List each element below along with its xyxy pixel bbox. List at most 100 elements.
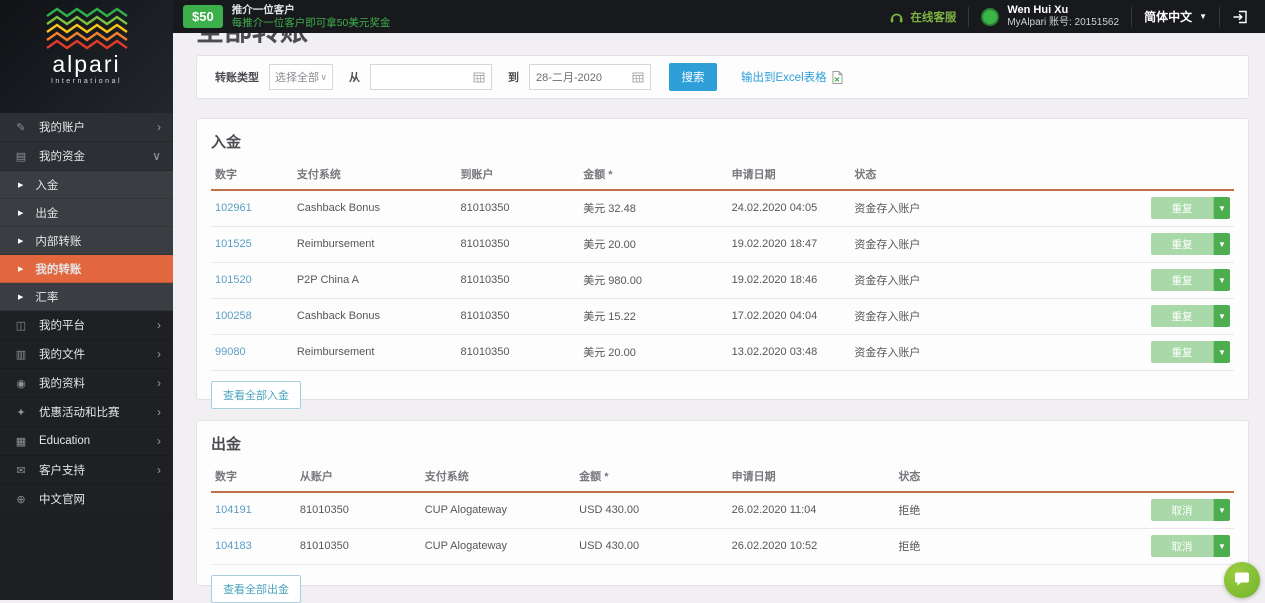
cell-status: 资金存入账户 [850,190,1142,227]
promo-badge[interactable]: $50 [183,5,223,28]
action-dropdown-button[interactable]: ▼ [1213,197,1230,220]
repeat-button[interactable]: 重复 [1151,305,1213,327]
action-dropdown-button[interactable]: ▼ [1213,535,1230,557]
transaction-id-link[interactable]: 100258 [215,310,252,322]
action-cell: 重复 ▼ [1142,190,1234,227]
cell-status: 拒绝 [894,492,1142,529]
action-dropdown-button[interactable]: ▼ [1213,305,1230,327]
date-to-input[interactable]: 28-二月-2020 [529,64,651,90]
action-cell: 重复 ▼ [1142,334,1234,371]
cell-account: 81010350 [456,298,580,335]
sidebar-item-internal-transfer[interactable]: ▶ 内部转账 [0,227,173,255]
logout-button[interactable] [1232,9,1249,25]
column-header: 数字 [211,460,296,493]
sidebar: alpari International ✎ 我的账户 › ▤ 我的资金 ∨ ▶ 入金 ▶ 出金… [0,0,173,600]
user-avatar [981,7,1000,26]
action-cell: 重复 ▼ [1142,262,1234,299]
cell-account: 81010350 [456,226,580,263]
sidebar-item-exchange-rates[interactable]: ▶ 汇率 [0,283,173,311]
deposits-table: 数字 支付系统 到账户 金额 * 申请日期 状态 102961 Cashback Bonus… [211,158,1234,371]
user-menu[interactable]: Wen Hui Xu MyAlpari 账号: 20151562 [981,4,1119,29]
brand-name: alpari [52,51,121,77]
divider [1131,6,1133,27]
support-label: 在线客服 [910,11,957,24]
table-row: 101525 Reimbursement 81010350 美元 20.00 19.02… [211,226,1234,263]
action-dropdown-button[interactable]: ▼ [1213,499,1230,522]
sidebar-submenu: ▶ 入金 ▶ 出金 ▶ 内部转账 ▶ 我的转账 ▶ 汇率 [0,171,173,311]
arrow-right-icon: ▶ [18,265,24,273]
sidebar-item-my-funds[interactable]: ▤ 我的资金 ∨ [0,142,173,171]
cell-id: 99080 [211,334,293,371]
live-chat-button[interactable] [1224,562,1260,598]
cell-date: 17.02.2020 04:04 [727,298,851,335]
sidebar-item-my-documents[interactable]: ▥ 我的文件 › [0,340,173,369]
cell-amount: USD 430.00 [575,492,728,529]
sidebar-item-my-profile[interactable]: ◉ 我的资料 › [0,369,173,398]
transfer-type-select[interactable]: 选择全部 ∨ [269,64,333,90]
sidebar-item-withdrawal[interactable]: ▶ 出金 [0,199,173,227]
logout-icon [1233,10,1247,23]
chevron-icon: ∨ [152,149,161,163]
sidebar-bottom-menu: ◫ 我的平台 › ▥ 我的文件 › ◉ 我的资料 › ✦ 优惠活动和比赛 › ▦ Education › ✉ 客… [0,311,173,514]
column-header: 支付系统 [420,460,576,493]
calendar-icon [473,72,485,83]
sidebar-item-education[interactable]: ▦ Education › [0,427,173,456]
headset-icon [891,13,903,22]
gift-icon: ✦ [16,406,26,419]
cancel-button[interactable]: 取消 [1151,499,1213,522]
repeat-button[interactable]: 重复 [1151,269,1213,291]
repeat-button[interactable]: 重复 [1151,233,1213,255]
transaction-id-link[interactable]: 104183 [215,540,252,552]
cancel-button[interactable]: 取消 [1151,535,1213,557]
transaction-id-link[interactable]: 99080 [215,346,246,358]
cell-account: 81010350 [295,528,421,565]
profile-icon: ◉ [16,377,26,390]
table-row: 100258 Cashback Bonus 81010350 美元 15.22 17.0… [211,298,1234,335]
sidebar-item-deposit[interactable]: ▶ 入金 [0,171,173,199]
export-excel-link[interactable]: 输出到Excel表格 [741,69,843,85]
arrow-right-icon: ▶ [18,237,24,245]
sidebar-item-label: 汇率 [35,291,59,304]
action-cell: 重复 ▼ [1142,298,1234,335]
view-all-withdrawals-button[interactable]: 查看全部出金 [211,574,301,603]
sidebar-item-my-accounts[interactable]: ✎ 我的账户 › [0,113,173,142]
brand-subtitle: International [50,78,123,85]
cell-status: 资金存入账户 [850,298,1142,335]
repeat-button[interactable]: 重复 [1151,197,1213,220]
account-icon: ✎ [16,121,26,134]
date-to-value: 28-二月-2020 [536,72,603,84]
column-header: 状态 [894,460,1142,493]
action-dropdown-button[interactable]: ▼ [1213,233,1230,255]
cell-amount: USD 430.00 [575,528,728,565]
language-selector[interactable]: 简体中文 ▼ [1144,8,1207,25]
sidebar-item-label: 我的资料 [39,378,85,390]
document-icon: ▥ [15,348,27,361]
chevron-icon: › [157,434,161,448]
logo[interactable]: alpari International [0,0,173,113]
transaction-id-link[interactable]: 101520 [215,274,252,286]
divider [968,6,970,27]
cell-system: Reimbursement [292,334,457,371]
column-header: 状态 [850,158,1142,191]
search-button[interactable]: 搜索 [669,63,717,91]
action-dropdown-button[interactable]: ▼ [1213,269,1230,291]
transaction-id-link[interactable]: 104191 [215,504,252,516]
action-dropdown-button[interactable]: ▼ [1213,341,1230,363]
sidebar-item-promotions-contests[interactable]: ✦ 优惠活动和比赛 › [0,398,173,427]
date-from-input[interactable] [370,64,492,90]
withdrawals-table: 数字 从账户 支付系统 金额 * 申请日期 状态 104191 81010350 CUP Al… [211,460,1234,565]
online-support-button[interactable]: 在线客服 [889,9,956,25]
chevron-icon: › [157,120,161,134]
table-row: 99080 Reimbursement 81010350 美元 20.00 13.02.… [211,334,1234,371]
transaction-id-link[interactable]: 102961 [215,202,252,214]
cell-date: 26.02.2020 10:52 [727,528,895,565]
view-all-deposits-button[interactable]: 查看全部入金 [211,380,301,409]
cell-date: 19.02.2020 18:46 [727,262,851,299]
sidebar-item-chinese-website[interactable]: ⊕ 中文官网 [0,485,173,514]
repeat-button[interactable]: 重复 [1151,341,1213,363]
sidebar-item-customer-support[interactable]: ✉ 客户支持 › [0,456,173,485]
transaction-id-link[interactable]: 101525 [215,238,252,250]
sidebar-item-my-platforms[interactable]: ◫ 我的平台 › [0,311,173,340]
cell-system: Cashback Bonus [292,298,457,335]
sidebar-item-my-transfers[interactable]: ▶ 我的转账 [0,255,173,283]
